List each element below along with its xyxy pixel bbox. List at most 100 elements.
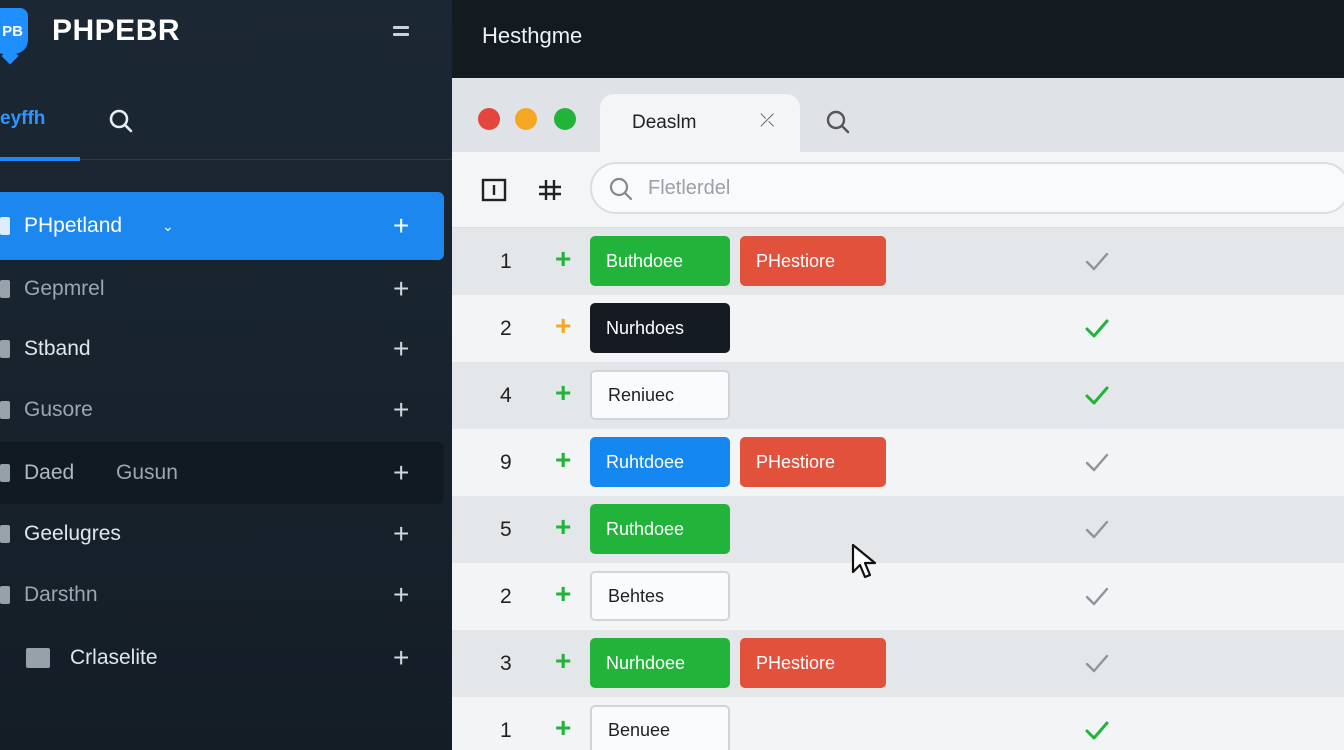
menu-icon[interactable] (393, 26, 409, 38)
sidebar-item-secondary: Gusun (116, 461, 178, 484)
brand-header: PB PHPEBR (0, 0, 452, 68)
add-icon[interactable]: + (555, 243, 571, 275)
sidebar-item-label: PHpetland (24, 214, 123, 237)
item-icon (0, 464, 10, 482)
table-row[interactable]: 4 + Reniuec (452, 362, 1344, 429)
check-icon[interactable] (1082, 715, 1112, 745)
item-icon (0, 340, 10, 358)
item-icon (0, 280, 10, 298)
status-pill-button[interactable]: Nurhdoee (590, 638, 730, 688)
app-logo: PB (0, 8, 28, 54)
add-icon[interactable]: + (555, 645, 571, 677)
table-row[interactable]: 2 + Behtes (452, 563, 1344, 630)
check-icon[interactable] (1082, 380, 1112, 410)
row-number: 9 (500, 451, 512, 474)
mouse-cursor-icon (851, 543, 877, 579)
hashtag-icon[interactable] (536, 176, 564, 204)
add-icon[interactable]: + (393, 210, 409, 242)
row-number: 1 (500, 250, 512, 273)
tab-search-icon[interactable] (824, 108, 852, 136)
toolbar (452, 152, 1344, 228)
search-input[interactable] (648, 172, 1248, 204)
item-icon (0, 217, 10, 235)
table-row[interactable]: 9 + Ruhtdoee PHestiore (452, 429, 1344, 496)
check-icon[interactable] (1082, 648, 1112, 678)
add-icon[interactable]: + (393, 642, 409, 674)
sidebar-item-label: Geelugres (24, 522, 121, 545)
sidebar-tab-active[interactable]: eyffh (0, 108, 80, 161)
tab-close-icon[interactable]: ⤫ (760, 110, 774, 131)
sidebar-item-label: Stband (24, 337, 91, 360)
check-icon[interactable] (1082, 313, 1112, 343)
sidebar-item[interactable]: Stband + (0, 318, 444, 380)
action-pill-button[interactable]: PHestiore (740, 236, 886, 286)
check-icon[interactable] (1082, 246, 1112, 276)
check-icon[interactable] (1082, 581, 1112, 611)
add-icon[interactable]: + (393, 518, 409, 550)
chevron-down-icon[interactable]: ⌄ (162, 218, 174, 235)
table-row[interactable]: 1 + Benuee (452, 697, 1344, 750)
maximize-window-dot[interactable] (554, 108, 576, 130)
tab-label: Deaslm (632, 112, 697, 133)
status-pill-button[interactable]: Nurhdoes (590, 303, 730, 353)
app-name: PHPEBR (52, 14, 181, 47)
row-number: 5 (500, 518, 512, 541)
table-row[interactable]: 1 + Buthdoee PHestiore (452, 228, 1344, 295)
item-icon (0, 586, 10, 604)
status-pill-button[interactable]: Behtes (590, 571, 730, 621)
data-list: 1 + Buthdoee PHestiore 2 + Nurhdoes 4 + Reniuec 9 +… (452, 228, 1344, 750)
page-title: Hesthgme (482, 23, 583, 48)
sidebar-item-label: Gepmrel (24, 277, 105, 300)
status-pill-button[interactable]: Ruhtdoee (590, 437, 730, 487)
table-row[interactable]: 2 + Nurhdoes (452, 295, 1344, 362)
add-icon[interactable]: + (393, 394, 409, 426)
add-icon[interactable]: + (555, 712, 571, 744)
top-bar: Hesthgme (452, 0, 1344, 78)
sidebar: PB PHPEBR eyffh PHpetland ⌄ + Gepmrel + Stban… (0, 0, 452, 750)
add-icon[interactable]: + (555, 444, 571, 476)
check-icon[interactable] (1082, 514, 1112, 544)
action-pill-button[interactable]: PHestiore (740, 437, 886, 487)
table-row[interactable]: 3 + Nurhdoee PHestiore (452, 630, 1344, 697)
add-icon[interactable]: + (555, 310, 571, 342)
add-icon[interactable]: + (555, 578, 571, 610)
sidebar-item[interactable]: Gepmrel + (0, 258, 444, 320)
add-icon[interactable]: + (393, 333, 409, 365)
browser-window: Deaslm ⤫ 1+ButhdoeePHestiore2+Nurhdoes4+… (452, 78, 1344, 750)
sidebar-item-label: Crlaselite (70, 646, 158, 669)
sidebar-item-label: Darsthn (24, 583, 98, 606)
add-icon[interactable]: + (393, 457, 409, 489)
action-pill-button[interactable]: PHestiore (740, 638, 886, 688)
sidebar-item[interactable]: PHpetland ⌄ + (0, 192, 444, 260)
sidebar-item[interactable]: Crlaselite + (0, 627, 444, 689)
sidebar-item[interactable]: Gusore + (0, 379, 444, 441)
search-icon (609, 177, 633, 201)
item-icon (0, 525, 10, 543)
row-number: 2 (500, 585, 512, 608)
sidebar-item[interactable]: Geelugres + (0, 503, 444, 565)
status-pill-button[interactable]: Buthdoee (590, 236, 730, 286)
frame-icon[interactable] (480, 176, 508, 204)
search-icon[interactable] (108, 108, 134, 134)
tab-active[interactable]: Deaslm ⤫ (600, 94, 800, 152)
add-icon[interactable]: + (555, 511, 571, 543)
close-window-dot[interactable] (478, 108, 500, 130)
search-field[interactable] (590, 162, 1344, 214)
status-pill-button[interactable]: Reniuec (590, 370, 730, 420)
sidebar-item[interactable]: Daed Gusun + (0, 442, 444, 504)
minimize-window-dot[interactable] (515, 108, 537, 130)
item-icon (26, 648, 50, 668)
status-pill-button[interactable]: Benuee (590, 705, 730, 750)
add-icon[interactable]: + (393, 273, 409, 305)
sidebar-item-label: Gusore (24, 398, 93, 421)
sidebar-item[interactable]: Darsthn + (0, 564, 444, 626)
add-icon[interactable]: + (555, 377, 571, 409)
status-pill-button[interactable]: Ruthdoee (590, 504, 730, 554)
item-icon (0, 401, 10, 419)
row-number: 3 (500, 652, 512, 675)
check-icon[interactable] (1082, 447, 1112, 477)
row-number: 4 (500, 384, 512, 407)
table-row[interactable]: 5 + Ruthdoee (452, 496, 1344, 563)
row-number: 2 (500, 317, 512, 340)
add-icon[interactable]: + (393, 579, 409, 611)
